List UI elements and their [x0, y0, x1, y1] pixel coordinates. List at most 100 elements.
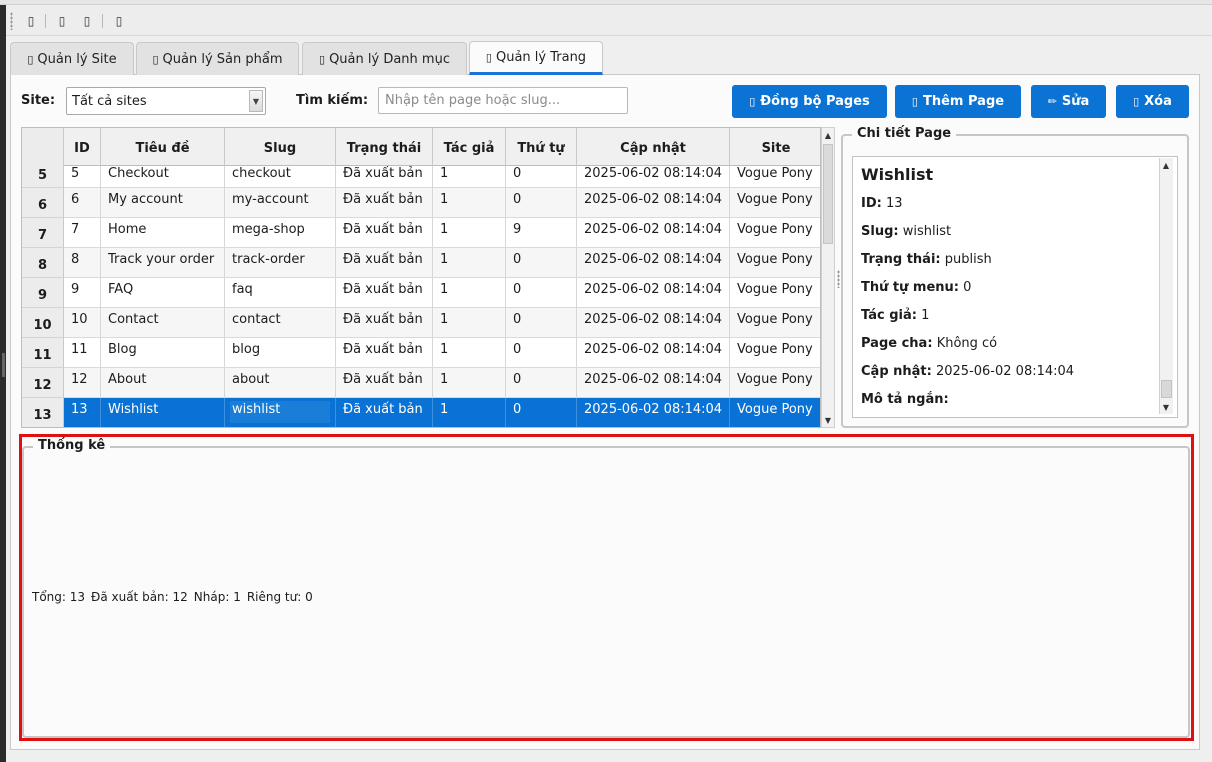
edit-button[interactable]: ✏ Sửa — [1031, 85, 1106, 118]
sync-pages-button[interactable]: ▯ Đồng bộ Pages — [732, 85, 887, 118]
toolbar-button-4[interactable]: ▯ — [109, 11, 129, 31]
table-cell[interactable]: 0 — [506, 278, 577, 307]
column-header-title[interactable]: Tiêu đề — [101, 128, 225, 166]
table-cell[interactable]: 8 — [64, 248, 101, 277]
scroll-down-icon[interactable]: ▼ — [822, 413, 834, 427]
table-cell[interactable]: 0 — [506, 398, 577, 427]
table-cell[interactable]: Track your order — [101, 248, 225, 277]
table-cell[interactable]: Đã xuất bản — [336, 368, 433, 397]
table-corner[interactable] — [22, 128, 64, 166]
table-cell[interactable]: 6 — [64, 188, 101, 217]
table-cell[interactable]: 2025-06-02 08:14:04 — [577, 308, 730, 337]
table-cell[interactable]: 1 — [433, 166, 506, 187]
column-header-author[interactable]: Tác giả — [433, 128, 506, 166]
table-cell[interactable]: Đã xuất bản — [336, 338, 433, 367]
table-cell[interactable]: Đã xuất bản — [336, 278, 433, 307]
table-cell[interactable]: mega-shop — [225, 218, 336, 247]
table-cell[interactable]: 2025-06-02 08:14:04 — [577, 188, 730, 217]
table-cell[interactable]: Contact — [101, 308, 225, 337]
table-cell[interactable]: faq — [225, 278, 336, 307]
table-cell[interactable]: Đã xuất bản — [336, 166, 433, 187]
table-cell[interactable]: 9 — [506, 218, 577, 247]
table-cell[interactable]: 2025-06-02 08:14:04 — [577, 278, 730, 307]
tab-page-management[interactable]: ▯ Quản lý Trang — [469, 41, 603, 75]
toolbar-grip[interactable] — [10, 12, 13, 30]
tab-category-management[interactable]: ▯ Quản lý Danh mục — [302, 42, 467, 75]
table-cell[interactable]: Vogue Pony — [730, 338, 820, 367]
column-header-order[interactable]: Thứ tự — [506, 128, 577, 166]
table-cell[interactable]: 2025-06-02 08:14:04 — [577, 368, 730, 397]
table-row[interactable]: 10 Contact contact Đã xuất bản 1 0 2025-06-02 … — [64, 308, 820, 338]
table-cell[interactable]: About — [101, 368, 225, 397]
table-cell[interactable]: 1 — [433, 338, 506, 367]
row-header[interactable]: 6 — [22, 188, 64, 218]
search-input[interactable] — [378, 87, 628, 114]
row-header[interactable]: 8 — [22, 248, 64, 278]
table-cell[interactable]: 2025-06-02 08:14:04 — [577, 248, 730, 277]
table-row[interactable]: 12 About about Đã xuất bản 1 0 2025-06-02 08:1… — [64, 368, 820, 398]
table-cell[interactable]: blog — [225, 338, 336, 367]
table-cell[interactable]: Blog — [101, 338, 225, 367]
table-scrollbar[interactable]: ▲ ▼ — [821, 127, 835, 428]
table-cell[interactable]: Checkout — [101, 166, 225, 187]
table-cell[interactable]: Vogue Pony — [730, 278, 820, 307]
column-header-site[interactable]: Site — [730, 128, 820, 166]
table-cell[interactable]: 7 — [64, 218, 101, 247]
table-cell[interactable]: Vogue Pony — [730, 188, 820, 217]
column-header-updated[interactable]: Cập nhật — [577, 128, 730, 166]
row-header[interactable]: 11 — [22, 338, 64, 368]
table-cell[interactable]: Đã xuất bản — [336, 308, 433, 337]
row-header[interactable]: 10 — [22, 308, 64, 338]
table-row[interactable]: 9 FAQ faq Đã xuất bản 1 0 2025-06-02 08:14:04 V… — [64, 278, 820, 308]
detail-scrollbar[interactable]: ▲ ▼ — [1159, 158, 1173, 414]
table-row[interactable]: 11 Blog blog Đã xuất bản 1 0 2025-06-02 08:14:… — [64, 338, 820, 368]
table-cell[interactable]: Vogue Pony — [730, 308, 820, 337]
table-cell[interactable]: 0 — [506, 166, 577, 187]
table-cell[interactable]: Đã xuất bản — [336, 398, 433, 427]
column-header-status[interactable]: Trạng thái — [336, 128, 433, 166]
table-cell[interactable]: Vogue Pony — [730, 166, 820, 187]
table-cell[interactable]: Wishlist — [101, 398, 225, 427]
column-header-slug[interactable]: Slug — [225, 128, 336, 166]
scrollbar-thumb[interactable] — [1161, 380, 1172, 398]
table-row[interactable]: 6 My account my-account Đã xuất bản 1 0 2025-0… — [64, 188, 820, 218]
table-cell[interactable]: track-order — [225, 248, 336, 277]
scrollbar-thumb[interactable] — [823, 144, 833, 244]
table-cell[interactable]: Vogue Pony — [730, 398, 820, 427]
splitter-handle[interactable] — [837, 270, 840, 288]
table-cell[interactable]: 0 — [506, 338, 577, 367]
table-cell[interactable]: 2025-06-02 08:14:04 — [577, 218, 730, 247]
table-cell[interactable]: 2025-06-02 08:14:04 — [577, 166, 730, 187]
table-cell[interactable]: 1 — [433, 368, 506, 397]
pages-table[interactable]: ID Tiêu đề Slug Trạng thái Tác giả Thứ t… — [21, 127, 821, 428]
tab-product-management[interactable]: ▯ Quản lý Sản phẩm — [136, 42, 299, 75]
column-header-id[interactable]: ID — [64, 128, 101, 166]
table-cell[interactable]: 1 — [433, 248, 506, 277]
table-cell[interactable]: Đã xuất bản — [336, 218, 433, 247]
table-cell[interactable]: 2025-06-02 08:14:04 — [577, 338, 730, 367]
table-cell[interactable]: my-account — [225, 188, 336, 217]
toolbar-button-2[interactable]: ▯ — [52, 11, 72, 31]
table-cell[interactable]: Home — [101, 218, 225, 247]
table-cell[interactable]: wishlist — [225, 398, 336, 427]
table-cell[interactable]: 0 — [506, 188, 577, 217]
table-cell[interactable]: 1 — [433, 278, 506, 307]
table-cell[interactable]: My account — [101, 188, 225, 217]
table-cell[interactable]: Đã xuất bản — [336, 248, 433, 277]
row-header[interactable]: 5 — [22, 166, 64, 188]
table-cell[interactable]: 5 — [64, 166, 101, 187]
table-cell[interactable]: 10 — [64, 308, 101, 337]
scroll-down-icon[interactable]: ▼ — [1160, 400, 1172, 414]
delete-button[interactable]: ▯ Xóa — [1116, 85, 1189, 118]
toolbar-button-3[interactable]: ▯ — [77, 11, 97, 31]
table-cell[interactable]: 12 — [64, 368, 101, 397]
site-select[interactable]: Tất cả sites ▼ — [66, 87, 266, 115]
scroll-up-icon[interactable]: ▲ — [1160, 158, 1172, 172]
table-row[interactable]: 8 Track your order track-order Đã xuất bản 1… — [64, 248, 820, 278]
add-page-button[interactable]: ▯ Thêm Page — [895, 85, 1021, 118]
table-cell[interactable]: FAQ — [101, 278, 225, 307]
toolbar-button-1[interactable]: ▯ — [21, 11, 41, 31]
row-header[interactable]: 13 — [22, 398, 64, 427]
table-cell[interactable]: Vogue Pony — [730, 368, 820, 397]
table-cell[interactable]: Đã xuất bản — [336, 188, 433, 217]
